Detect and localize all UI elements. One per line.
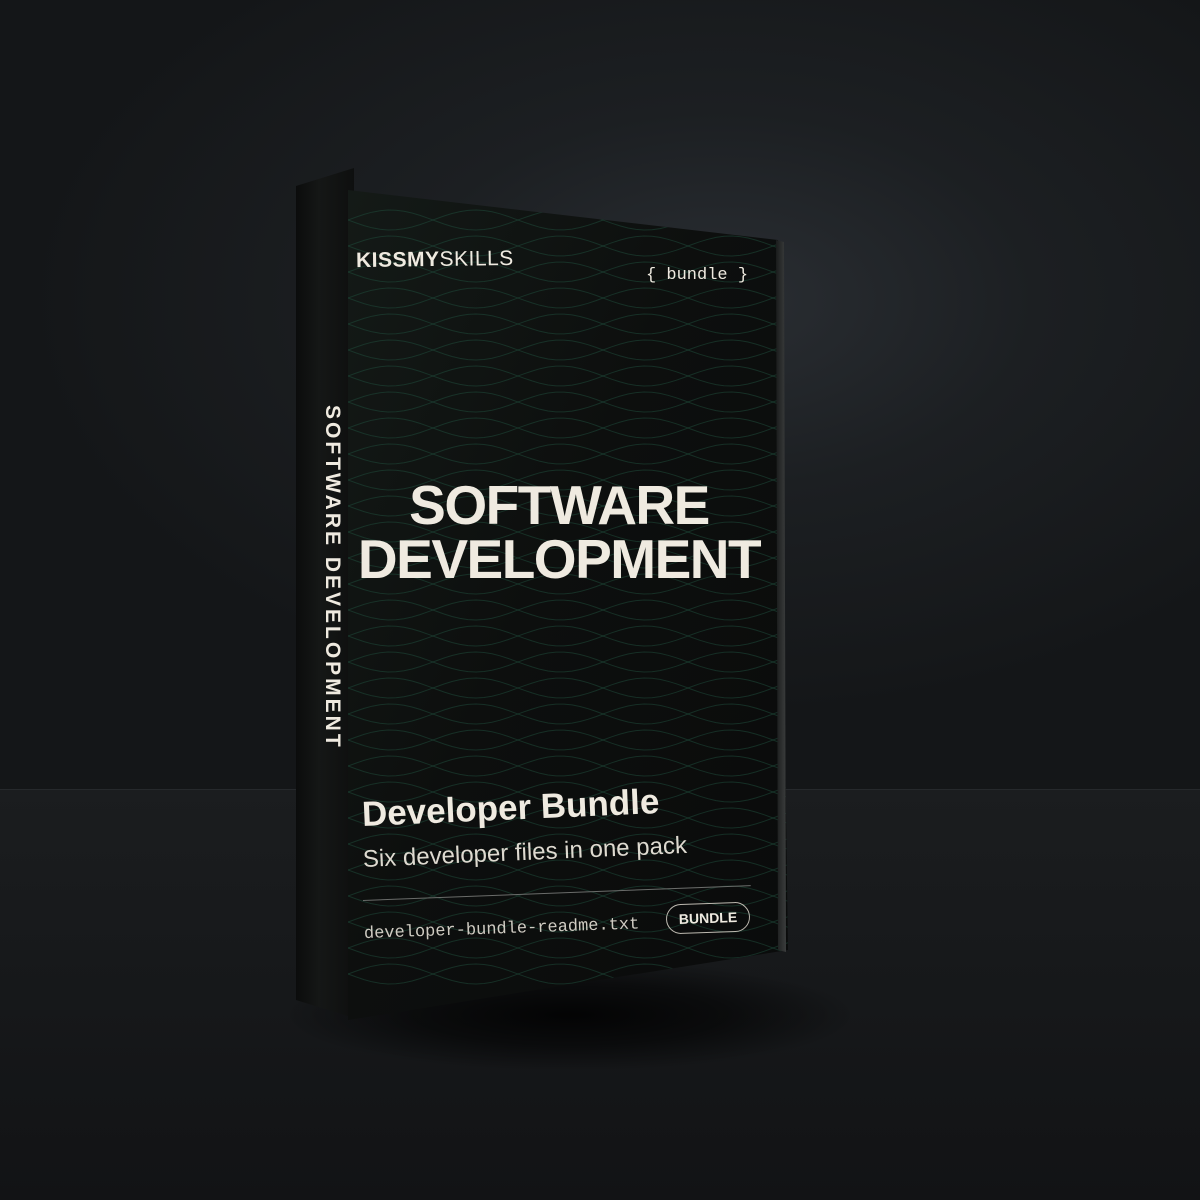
wave-line bbox=[348, 287, 788, 309]
cover-title: SOFTWARE DEVELOPMENT bbox=[354, 474, 764, 590]
wave-line bbox=[348, 443, 788, 465]
wave-line bbox=[348, 287, 788, 309]
spine-title: SOFTWARE DEVELOPMENT bbox=[321, 405, 344, 750]
wave-line bbox=[348, 755, 788, 777]
wave-line bbox=[348, 313, 788, 335]
wave-line bbox=[348, 417, 788, 439]
brand-bold: KISSMY bbox=[355, 247, 440, 273]
wave-line bbox=[348, 209, 788, 231]
wave-line bbox=[348, 599, 788, 621]
wave-line bbox=[348, 339, 788, 361]
wave-line bbox=[348, 625, 788, 647]
wave-line bbox=[348, 209, 788, 231]
bundle-tag: { bundle } bbox=[646, 266, 749, 285]
wave-line bbox=[348, 365, 788, 387]
wave-line bbox=[348, 703, 788, 725]
title-line-2: DEVELOPMENT bbox=[357, 528, 762, 590]
wave-line bbox=[348, 677, 788, 699]
title-line-1: SOFTWARE bbox=[409, 474, 710, 536]
wave-line bbox=[348, 365, 788, 387]
wave-line bbox=[348, 417, 788, 439]
wave-line bbox=[348, 703, 788, 725]
wave-line bbox=[348, 651, 788, 673]
wave-line bbox=[348, 677, 788, 699]
wave-line bbox=[348, 729, 788, 751]
brand-light: SKILLS bbox=[439, 246, 514, 271]
wave-line bbox=[348, 313, 788, 335]
wave-line bbox=[348, 729, 788, 751]
product-scene: SOFTWARE DEVELOPMENT KISSMYSKILLS { bund… bbox=[0, 0, 1200, 1200]
wave-line bbox=[348, 443, 788, 465]
wave-line bbox=[348, 599, 788, 621]
brand-logo: KISSMYSKILLS bbox=[356, 247, 514, 273]
box-cover bbox=[348, 190, 788, 1020]
wave-line bbox=[348, 339, 788, 361]
bundle-badge: BUNDLE bbox=[665, 901, 751, 935]
wave-line bbox=[348, 391, 788, 413]
wave-pattern bbox=[348, 209, 788, 985]
wave-line bbox=[348, 651, 788, 673]
wave-line bbox=[348, 391, 788, 413]
wave-line bbox=[348, 625, 788, 647]
wave-line bbox=[348, 755, 788, 777]
